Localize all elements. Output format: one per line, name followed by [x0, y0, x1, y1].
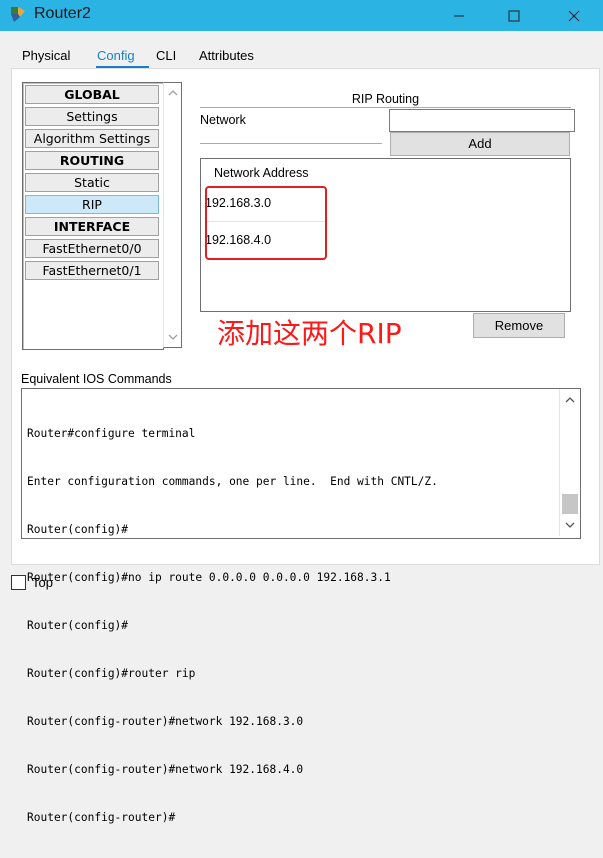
ios-line: Enter configuration commands, one per li…: [27, 475, 438, 488]
sidebar-header-interface: INTERFACE: [25, 217, 159, 236]
minimize-button[interactable]: [436, 0, 482, 31]
top-checkbox[interactable]: [11, 575, 26, 590]
sidebar-item-fastethernet0-0[interactable]: FastEthernet0/0: [25, 239, 159, 258]
sidebar-item-algorithm-settings[interactable]: Algorithm Settings: [25, 129, 159, 148]
scroll-up-icon[interactable]: [560, 392, 580, 408]
network-label: Network: [200, 113, 246, 127]
sidebar-item-rip[interactable]: RIP: [25, 195, 159, 214]
minimize-icon: [454, 15, 464, 16]
highlight-box: [205, 186, 327, 260]
ios-line: Router(config-router)#network 192.168.4.…: [27, 763, 304, 776]
scroll-up-icon[interactable]: [164, 85, 181, 101]
network-address-header: Network Address: [214, 166, 309, 180]
tab-cli[interactable]: CLI: [156, 48, 176, 63]
console-scrollbar[interactable]: [559, 389, 580, 536]
window-title: Router2: [34, 5, 91, 22]
network-divider: [200, 143, 382, 144]
top-label: Top: [32, 575, 53, 590]
annotation-text: 添加这两个RIP: [217, 317, 402, 350]
sidebar-item-settings[interactable]: Settings: [25, 107, 159, 126]
ios-commands-text: Router#configure terminal Enter configur…: [27, 394, 438, 858]
tab-physical[interactable]: Physical: [22, 48, 70, 63]
tab-config[interactable]: Config: [97, 48, 135, 63]
sidebar-item-fastethernet0-1[interactable]: FastEthernet0/1: [25, 261, 159, 280]
scroll-down-icon[interactable]: [164, 329, 181, 345]
config-sidebar: GLOBAL Settings Algorithm Settings ROUTI…: [22, 82, 164, 350]
add-button[interactable]: Add: [390, 132, 570, 156]
network-input[interactable]: [389, 109, 575, 132]
section-divider: [200, 107, 571, 108]
ios-line: Router(config)#: [27, 619, 129, 632]
sidebar-header-global: GLOBAL: [25, 85, 159, 104]
ios-line: Router(config)#router rip: [27, 667, 196, 680]
ios-line: Router(config)#: [27, 523, 129, 536]
scroll-down-icon[interactable]: [560, 517, 580, 533]
ios-line: Router(config)#no ip route 0.0.0.0 0.0.0…: [27, 571, 391, 584]
ios-line: Router#configure terminal: [27, 427, 196, 440]
rip-routing-title: RIP Routing: [351, 92, 420, 106]
sidebar-header-routing: ROUTING: [25, 151, 159, 170]
close-icon: [568, 10, 580, 21]
close-button[interactable]: [551, 0, 597, 31]
ios-commands-console: Router#configure terminal Enter configur…: [21, 388, 581, 824]
title-bar: Router2: [0, 0, 603, 31]
maximize-icon: [508, 10, 520, 21]
sidebar-scrollbar[interactable]: [163, 82, 182, 348]
sidebar-item-static[interactable]: Static: [25, 173, 159, 192]
tab-attributes[interactable]: Attributes: [199, 48, 254, 63]
scroll-thumb[interactable]: [562, 494, 578, 514]
maximize-button[interactable]: [491, 0, 537, 31]
remove-button[interactable]: Remove: [473, 313, 565, 338]
ios-line: Router(config-router)#: [27, 811, 176, 824]
router-app-icon: [8, 5, 28, 25]
ios-line: Router(config-router)#network 192.168.3.…: [27, 715, 304, 728]
ios-commands-label: Equivalent IOS Commands: [21, 372, 172, 386]
